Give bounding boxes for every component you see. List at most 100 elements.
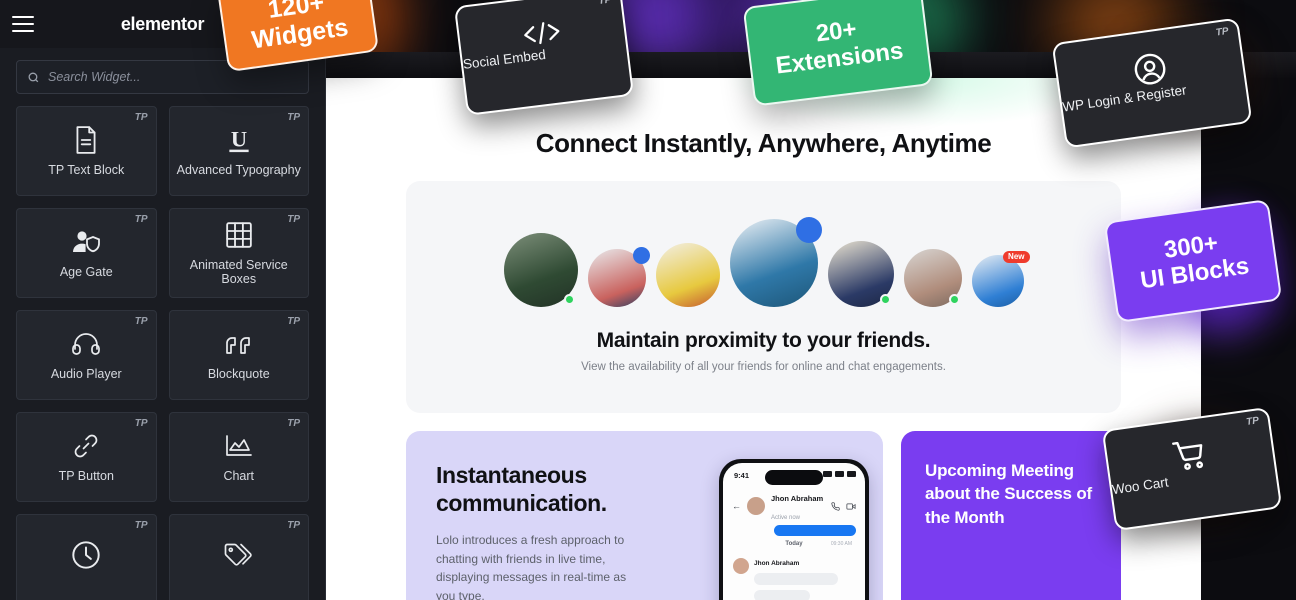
widget-tp-badge: TP	[134, 214, 148, 225]
widget-label: Blockquote	[207, 366, 270, 381]
phone-contact-block: Jhon Abraham Active now	[771, 488, 823, 524]
widget-label: Animated Service Boxes	[189, 257, 288, 286]
user-shield-icon	[71, 227, 101, 257]
link-chain-icon	[71, 431, 101, 461]
avatar	[747, 497, 765, 515]
widget-card[interactable]: TP TP Button	[16, 412, 157, 502]
badge-extensions-line2: Extensions	[774, 37, 905, 80]
status-dot-online	[563, 294, 575, 305]
search-icon	[28, 72, 39, 82]
friends-subheading: View the availability of all your friend…	[581, 361, 946, 373]
widget-card[interactable]: TP U Advanced Typography	[168, 106, 309, 196]
chat-feature-card: Instantaneous communication. Lolo introd…	[406, 431, 883, 600]
meeting-card-heading: Upcoming Meeting about the Success of th…	[925, 461, 1092, 527]
widget-label: TP Text Block	[48, 162, 125, 177]
avatar[interactable]	[503, 233, 578, 307]
chart-area-icon	[224, 431, 254, 461]
widget-card[interactable]: TP	[16, 514, 157, 600]
phone-timestamp-1: 09:30 AM	[830, 541, 852, 547]
status-dot-online	[948, 294, 960, 305]
badge-widgets-line2: Widgets	[249, 13, 350, 55]
chat-bubble-incoming-2	[754, 590, 810, 600]
avatar-image	[655, 243, 720, 307]
phone-screen: 9:41 ← Jhon Abraham Active now Today 09:…	[723, 463, 865, 600]
widget-card[interactable]: TP TP Text Block	[16, 106, 157, 196]
chat-card-heading: Instantaneous communication.	[436, 462, 607, 517]
widget-grid: TP TP Text Block TP U Advanced Typography TP A…	[0, 104, 325, 600]
widget-card[interactable]: TP Animated Service Boxes	[168, 208, 309, 298]
avatar[interactable]	[827, 241, 894, 307]
headphones-icon	[71, 329, 101, 359]
widget-label: Advanced Typography	[176, 162, 301, 177]
widget-tp-badge: TP	[134, 316, 148, 327]
meeting-card: Upcoming Meeting about the Success of th…	[901, 431, 1121, 600]
widget-tp-badge: TP	[287, 316, 300, 327]
widget-tp-badge: TP	[287, 112, 300, 123]
avatar[interactable]: New	[971, 251, 1030, 307]
status-badge: New	[1003, 251, 1030, 263]
battery-icon	[847, 471, 856, 477]
elementor-sidebar: elementor TPTP Text BlockTPUAdvanced Typ…	[0, 0, 326, 600]
phone-contact-status: Active now	[771, 515, 801, 521]
svg-text:U: U	[231, 126, 247, 151]
badge-tp-label: TP	[1215, 25, 1230, 39]
badge-uiblocks-line2: UI Blocks	[1138, 252, 1251, 295]
widget-card[interactable]: TP Age Gate	[16, 208, 157, 298]
badge-social-embed[interactable]: TP Social Embed	[453, 0, 635, 116]
widget-card[interactable]: TP Audio Player	[16, 310, 157, 400]
badge-tp-label: TP	[1245, 415, 1260, 428]
friends-heading: Maintain proximity to your friends.	[596, 329, 931, 352]
hamburger-icon[interactable]	[12, 16, 34, 32]
phone-chat-header: ← Jhon Abraham Active now	[723, 491, 865, 521]
widget-tp-badge: TP	[134, 520, 148, 531]
badge-tp-label: TP	[597, 0, 612, 7]
status-dot-typing	[795, 217, 822, 243]
phone-mockup: 9:41 ← Jhon Abraham Active now Today 09:…	[719, 459, 869, 600]
wifi-icon	[835, 471, 844, 477]
chat-bubble-outgoing-1	[774, 525, 856, 536]
widget-label: Age Gate	[59, 264, 113, 279]
phone-header-actions	[831, 501, 856, 511]
widget-label: Chart	[223, 468, 255, 483]
status-dot-online	[879, 294, 891, 305]
widget-label: TP Button	[58, 468, 114, 483]
phone-status-time: 9:41	[734, 471, 750, 480]
avatar[interactable]	[903, 249, 962, 307]
phone-status-icons	[823, 471, 856, 477]
underline-u-icon: U	[224, 125, 254, 155]
document-icon	[73, 125, 99, 155]
screenshot-root: Connect Instantly, Anywhere, Anytime New…	[0, 0, 1296, 600]
widget-label: Audio Player	[50, 366, 122, 381]
clock-icon	[71, 540, 101, 570]
widget-tp-badge: TP	[134, 418, 148, 429]
arrow-left-icon[interactable]: ←	[732, 501, 741, 511]
avatar[interactable]	[655, 243, 720, 307]
phone-notch	[765, 470, 823, 485]
status-dot-typing	[632, 247, 650, 264]
phone-icon[interactable]	[831, 501, 840, 511]
avatar	[733, 558, 749, 574]
widget-tp-badge: TP	[287, 520, 300, 531]
grid-table-icon	[225, 220, 253, 250]
video-camera-icon[interactable]	[846, 502, 856, 511]
friends-card: New Maintain proximity to your friends. …	[406, 181, 1121, 413]
quote-marks-icon	[224, 329, 254, 359]
phone-contact-name: Jhon Abraham	[771, 494, 824, 503]
content-panel: Connect Instantly, Anywhere, Anytime New…	[326, 78, 1201, 600]
widget-card[interactable]: TP Blockquote	[168, 310, 309, 400]
shopping-cart-icon	[1107, 429, 1274, 482]
friends-avatar-row: New	[406, 207, 1121, 307]
widget-card[interactable]: TP	[168, 514, 309, 600]
chat-card-body: Lolo introduces a fresh approach to chat…	[436, 533, 627, 600]
signal-icon	[823, 471, 832, 477]
search-input[interactable]	[48, 70, 298, 84]
widget-tp-badge: TP	[287, 214, 300, 225]
chat-bubble-incoming-1	[754, 573, 838, 585]
phone-sender-name: Jhon Abraham	[754, 560, 800, 567]
avatar[interactable]	[729, 217, 822, 307]
price-tag-icon	[223, 540, 255, 570]
widget-card[interactable]: TP Chart	[168, 412, 309, 502]
avatar[interactable]	[587, 247, 650, 307]
widget-tp-badge: TP	[134, 112, 148, 123]
widget-tp-badge: TP	[287, 418, 300, 429]
